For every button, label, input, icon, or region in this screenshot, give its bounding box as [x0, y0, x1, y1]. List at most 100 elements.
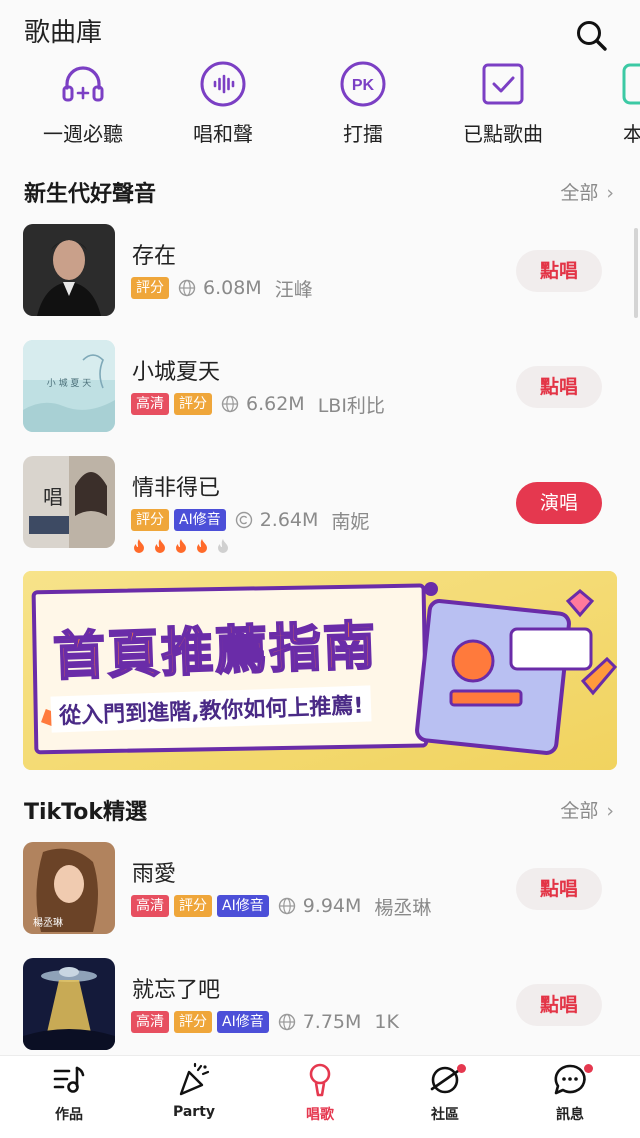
microphone-icon [309, 1063, 331, 1097]
play-count: 2.64M [259, 509, 319, 531]
tab-label: 唱歌 [306, 1107, 334, 1123]
song-title: 情非得已 [132, 476, 221, 501]
page-title: 歌曲庫 [24, 18, 103, 48]
tab-sing[interactable]: 唱歌 [256, 1062, 384, 1124]
section-header-new-voices: 新生代好聲音 全部 › [0, 172, 640, 212]
song-meta: 評分 6.08M 汪峰 [131, 276, 313, 301]
globe-icon [178, 279, 196, 297]
quick-action-harmony[interactable]: 唱和聲 [158, 60, 288, 147]
globe-icon [221, 395, 239, 413]
tag-hd: 高清 [131, 393, 169, 415]
sing-button[interactable]: 點唱 [516, 366, 602, 408]
tag-ai-tuning: AI修音 [217, 1011, 269, 1033]
song-row[interactable]: 小 城 夏 天 小城夏天 高清 評分 6.62M LBI利比 點唱 [0, 340, 640, 440]
music-list-icon [53, 1066, 85, 1093]
tag-ai-tuning: AI修音 [174, 509, 226, 531]
tag-hd: 高清 [131, 895, 169, 917]
globe-icon [278, 897, 295, 915]
tag-score: 評分 [174, 393, 212, 415]
quick-action-requested[interactable]: 已點歌曲 [438, 60, 568, 147]
notification-dot [584, 1064, 593, 1073]
tab-label: Party [172, 1104, 216, 1120]
quick-action-weekly[interactable]: 一週必聽 [18, 60, 148, 147]
artist-name: 楊丞琳 [374, 896, 432, 919]
quick-action-label: 已點歌曲 [463, 122, 543, 146]
album-cover [23, 958, 115, 1050]
sing-button[interactable]: 點唱 [516, 868, 602, 910]
play-count: 6.08M [203, 277, 262, 299]
scrollbar-thumb[interactable] [634, 228, 638, 318]
song-title: 小城夏天 [132, 360, 221, 385]
song-title: 就忘了吧 [132, 978, 221, 1003]
bottom-tab-bar: 作品 Party 唱歌 社區 訊息 [0, 1055, 640, 1138]
chat-bubble-icon [554, 1064, 586, 1095]
svg-text:PK: PK [352, 77, 375, 94]
tab-label: 社區 [431, 1107, 459, 1123]
flame-icon [176, 539, 186, 553]
hot-rating [131, 538, 231, 554]
tab-community[interactable]: 社區 [381, 1062, 509, 1124]
voice-wave-icon [200, 61, 246, 107]
song-meta: 評分 AI修音 2.64M 南妮 [131, 508, 370, 533]
search-icon[interactable] [574, 18, 610, 54]
flame-icon [155, 539, 165, 553]
sing-button[interactable]: 點唱 [516, 250, 602, 292]
copyright-icon [235, 511, 252, 529]
song-meta: 高清 評分 AI修音 7.75M 1K [131, 1010, 399, 1034]
tag-ai-tuning: AI修音 [217, 895, 269, 917]
song-row[interactable]: 楊丞琳 雨愛 高清 評分 AI修音 9.94M 楊丞琳 點唱 [0, 842, 640, 942]
tag-score: 評分 [131, 277, 169, 299]
headphones-icon [62, 66, 104, 102]
tag-hd: 高清 [131, 1011, 169, 1033]
tab-label: 作品 [55, 1107, 83, 1123]
party-popper-icon [179, 1062, 210, 1096]
song-meta: 高清 評分 AI修音 9.94M 楊丞琳 [131, 894, 432, 919]
artist-name: 南妮 [331, 510, 370, 533]
song-title: 存在 [132, 244, 177, 269]
song-row[interactable]: 就忘了吧 高清 評分 AI修音 7.75M 1K 點唱 [0, 958, 640, 1058]
flame-icon [218, 539, 228, 553]
chevron-right-icon: › [606, 800, 614, 822]
local-icon [622, 63, 640, 105]
checkbox-icon [482, 63, 524, 105]
quick-actions: 一週必聽 唱和聲 PK 打擂 已點歌曲 本地 [0, 60, 640, 155]
tag-score: 評分 [174, 1011, 212, 1033]
play-count: 9.94M [302, 895, 362, 917]
tab-messages[interactable]: 訊息 [506, 1062, 634, 1124]
sing-button[interactable]: 點唱 [516, 984, 602, 1026]
song-meta: 高清 評分 6.62M LBI利比 [131, 392, 385, 417]
section-title: 新生代好聲音 [24, 182, 157, 207]
flame-icon [134, 539, 144, 553]
chevron-right-icon: › [606, 182, 614, 204]
song-row[interactable]: 唱 情非得已 評分 AI修音 2.64M 南妮 演唱 [0, 456, 640, 556]
tag-score: 評分 [174, 895, 212, 917]
quick-action-label: 唱和聲 [193, 122, 253, 146]
tab-party[interactable]: Party [130, 1062, 258, 1120]
header: 歌曲庫 [0, 0, 640, 60]
globe-icon [278, 1013, 295, 1031]
flame-icon [197, 539, 207, 553]
song-title: 雨愛 [132, 862, 177, 887]
quick-action-local[interactable]: 本地 [578, 60, 640, 147]
promo-banner[interactable]: 首頁推薦指南 從入門到進階,教你如何上推薦! [23, 571, 617, 770]
play-count: 6.62M [246, 393, 305, 415]
svg-text:楊丞琳: 楊丞琳 [33, 917, 63, 929]
album-cover: 楊丞琳 [23, 842, 115, 934]
album-cover: 唱 [23, 456, 115, 548]
banner-title: 首頁推薦指南 [51, 615, 379, 688]
tab-label: 訊息 [556, 1107, 584, 1123]
artist-name: 汪峰 [274, 278, 313, 301]
artist-name: LBI利比 [317, 394, 385, 417]
quick-action-label: 一週必聽 [43, 122, 123, 146]
section-header-tiktok: TikTok精選 全部 › [0, 790, 640, 830]
tab-works[interactable]: 作品 [5, 1062, 133, 1124]
sing-button-primary[interactable]: 演唱 [516, 482, 602, 524]
svg-text:唱: 唱 [43, 485, 63, 509]
quick-action-label: 打擂 [343, 122, 383, 146]
view-all-link[interactable]: 全部 › [560, 796, 614, 823]
quick-action-pk[interactable]: PK 打擂 [298, 60, 428, 147]
view-all-link[interactable]: 全部 › [560, 178, 614, 205]
tag-score: 評分 [131, 509, 169, 531]
album-cover: 小 城 夏 天 [23, 340, 115, 432]
song-row[interactable]: 存在 評分 6.08M 汪峰 點唱 [0, 224, 640, 324]
